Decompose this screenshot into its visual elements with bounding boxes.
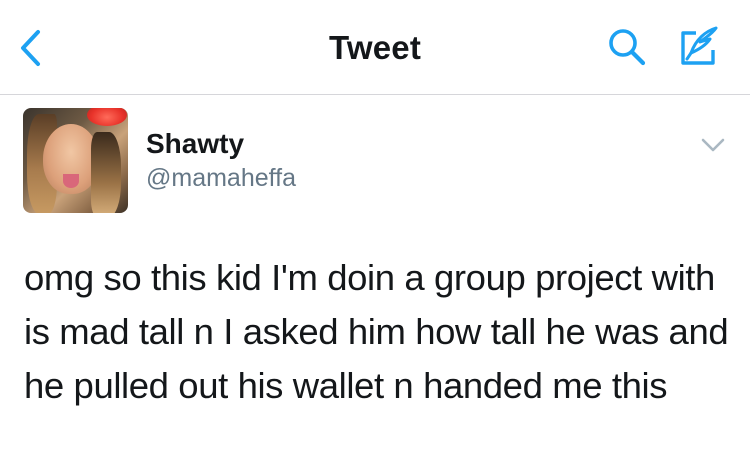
navigation-bar: Tweet: [0, 0, 750, 95]
avatar-detail: [63, 174, 79, 188]
avatar-flower: [87, 108, 127, 126]
tweet-text: omg so this kid I'm doin a group project…: [24, 257, 729, 406]
avatar-hair: [91, 132, 121, 213]
author-display-name[interactable]: Shawty: [146, 128, 244, 160]
tweet-header: Shawty @mamaheffa: [0, 95, 750, 225]
compose-button[interactable]: [672, 20, 726, 74]
search-button[interactable]: [600, 20, 654, 74]
chevron-down-icon: [701, 138, 725, 152]
search-icon: [609, 29, 646, 66]
author-username[interactable]: @mamaheffa: [146, 164, 296, 193]
avatar[interactable]: [23, 108, 128, 213]
compose-icon: [681, 26, 718, 65]
tweet-options-button[interactable]: [695, 130, 731, 160]
